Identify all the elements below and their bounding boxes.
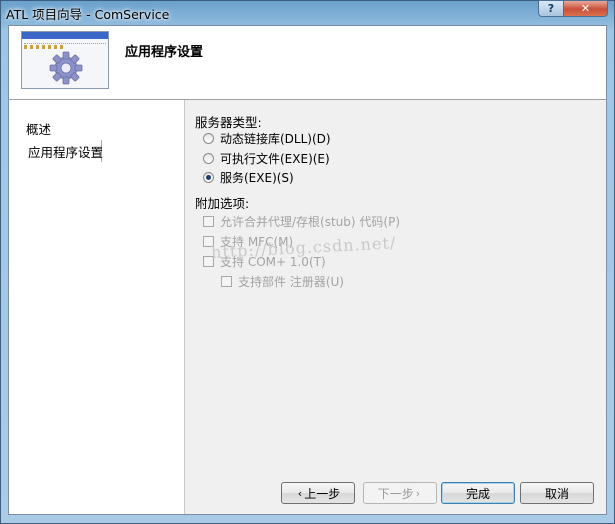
radio-service-label: 服务(EXE)(S)	[220, 171, 294, 185]
settings-panel: 服务器类型: 动态链接库(DLL)(D) 可执行文件(EXE)(E) 服务(EX…	[185, 100, 606, 514]
radio-exe-label: 可执行文件(EXE)(E)	[220, 152, 330, 166]
nav-item-app-settings[interactable]: 应用程序设置	[28, 142, 103, 161]
wizard-button-bar: ‹ 上一步 下一步 › 完成 取消	[185, 482, 606, 512]
finish-button-label: 完成	[465, 486, 490, 501]
cancel-button[interactable]: 取消	[520, 482, 594, 504]
next-button[interactable]: 下一步 ›	[363, 482, 437, 504]
check-mfc[interactable]: 支持 MFC(M)	[203, 233, 293, 250]
server-type-label: 服务器类型:	[195, 115, 262, 130]
prev-button[interactable]: ‹ 上一步	[281, 482, 355, 504]
wizard-window: ATL 项目向导 - ComService ? ✕ 应用程序设置 概述 应用程序…	[0, 0, 615, 524]
radio-exe-button[interactable]	[203, 153, 214, 164]
check-merge-proxy[interactable]: 允许合并代理/存根(stub) 代码(P)	[203, 213, 400, 230]
chevron-left-icon: ‹	[297, 486, 303, 500]
check-registrar-label: 支持部件 注册器(U)	[238, 275, 344, 289]
close-icon: ✕	[580, 2, 591, 15]
check-merge-proxy-label: 允许合并代理/存根(stub) 代码(P)	[220, 215, 401, 229]
chevron-right-icon: ›	[415, 486, 421, 500]
check-registrar[interactable]: 支持部件 注册器(U)	[221, 273, 344, 290]
prev-button-label: 上一步	[304, 486, 341, 501]
check-com-plus-label: 支持 COM+ 1.0(T)	[220, 255, 326, 269]
header-image-menu	[24, 40, 106, 44]
nav-item-overview[interactable]: 概述	[26, 119, 51, 138]
finish-button[interactable]: 完成	[441, 482, 515, 504]
radio-exe[interactable]: 可执行文件(EXE)(E)	[203, 150, 330, 167]
wizard-client-area: 应用程序设置 概述 应用程序设置 服务器类型: 动态链接库(DLL)(D) 可执…	[8, 25, 607, 515]
radio-service-button[interactable]	[203, 172, 214, 183]
check-registrar-box[interactable]	[221, 276, 232, 287]
wizard-header-image	[21, 31, 109, 89]
cancel-button-label: 取消	[544, 486, 569, 501]
radio-service[interactable]: 服务(EXE)(S)	[203, 169, 294, 186]
radio-dll-label: 动态链接库(DLL)(D)	[220, 132, 331, 146]
wizard-header: 应用程序设置	[9, 26, 606, 100]
additional-options-label: 附加选项:	[195, 196, 250, 211]
title-buttons: ? ✕	[538, 0, 608, 18]
close-button[interactable]: ✕	[564, 0, 608, 17]
radio-dll-button[interactable]	[203, 133, 214, 144]
window-title: ATL 项目向导 - ComService	[6, 7, 170, 22]
gear-icon	[49, 51, 83, 85]
page-title: 应用程序设置	[125, 45, 204, 60]
help-button[interactable]: ?	[538, 0, 564, 17]
check-mfc-label: 支持 MFC(M)	[220, 235, 294, 249]
check-com-plus-box[interactable]	[203, 256, 214, 267]
radio-dll[interactable]: 动态链接库(DLL)(D)	[203, 130, 331, 147]
next-button-label: 下一步	[377, 486, 414, 501]
title-bar[interactable]: ATL 项目向导 - ComService ? ✕	[1, 0, 614, 23]
header-image-toolbar	[24, 45, 64, 49]
check-merge-proxy-box[interactable]	[203, 216, 214, 227]
header-image-titlebar	[22, 32, 108, 39]
check-mfc-box[interactable]	[203, 236, 214, 247]
check-com-plus[interactable]: 支持 COM+ 1.0(T)	[203, 253, 326, 270]
help-icon: ?	[547, 2, 555, 15]
wizard-nav: 概述 应用程序设置	[9, 100, 185, 514]
